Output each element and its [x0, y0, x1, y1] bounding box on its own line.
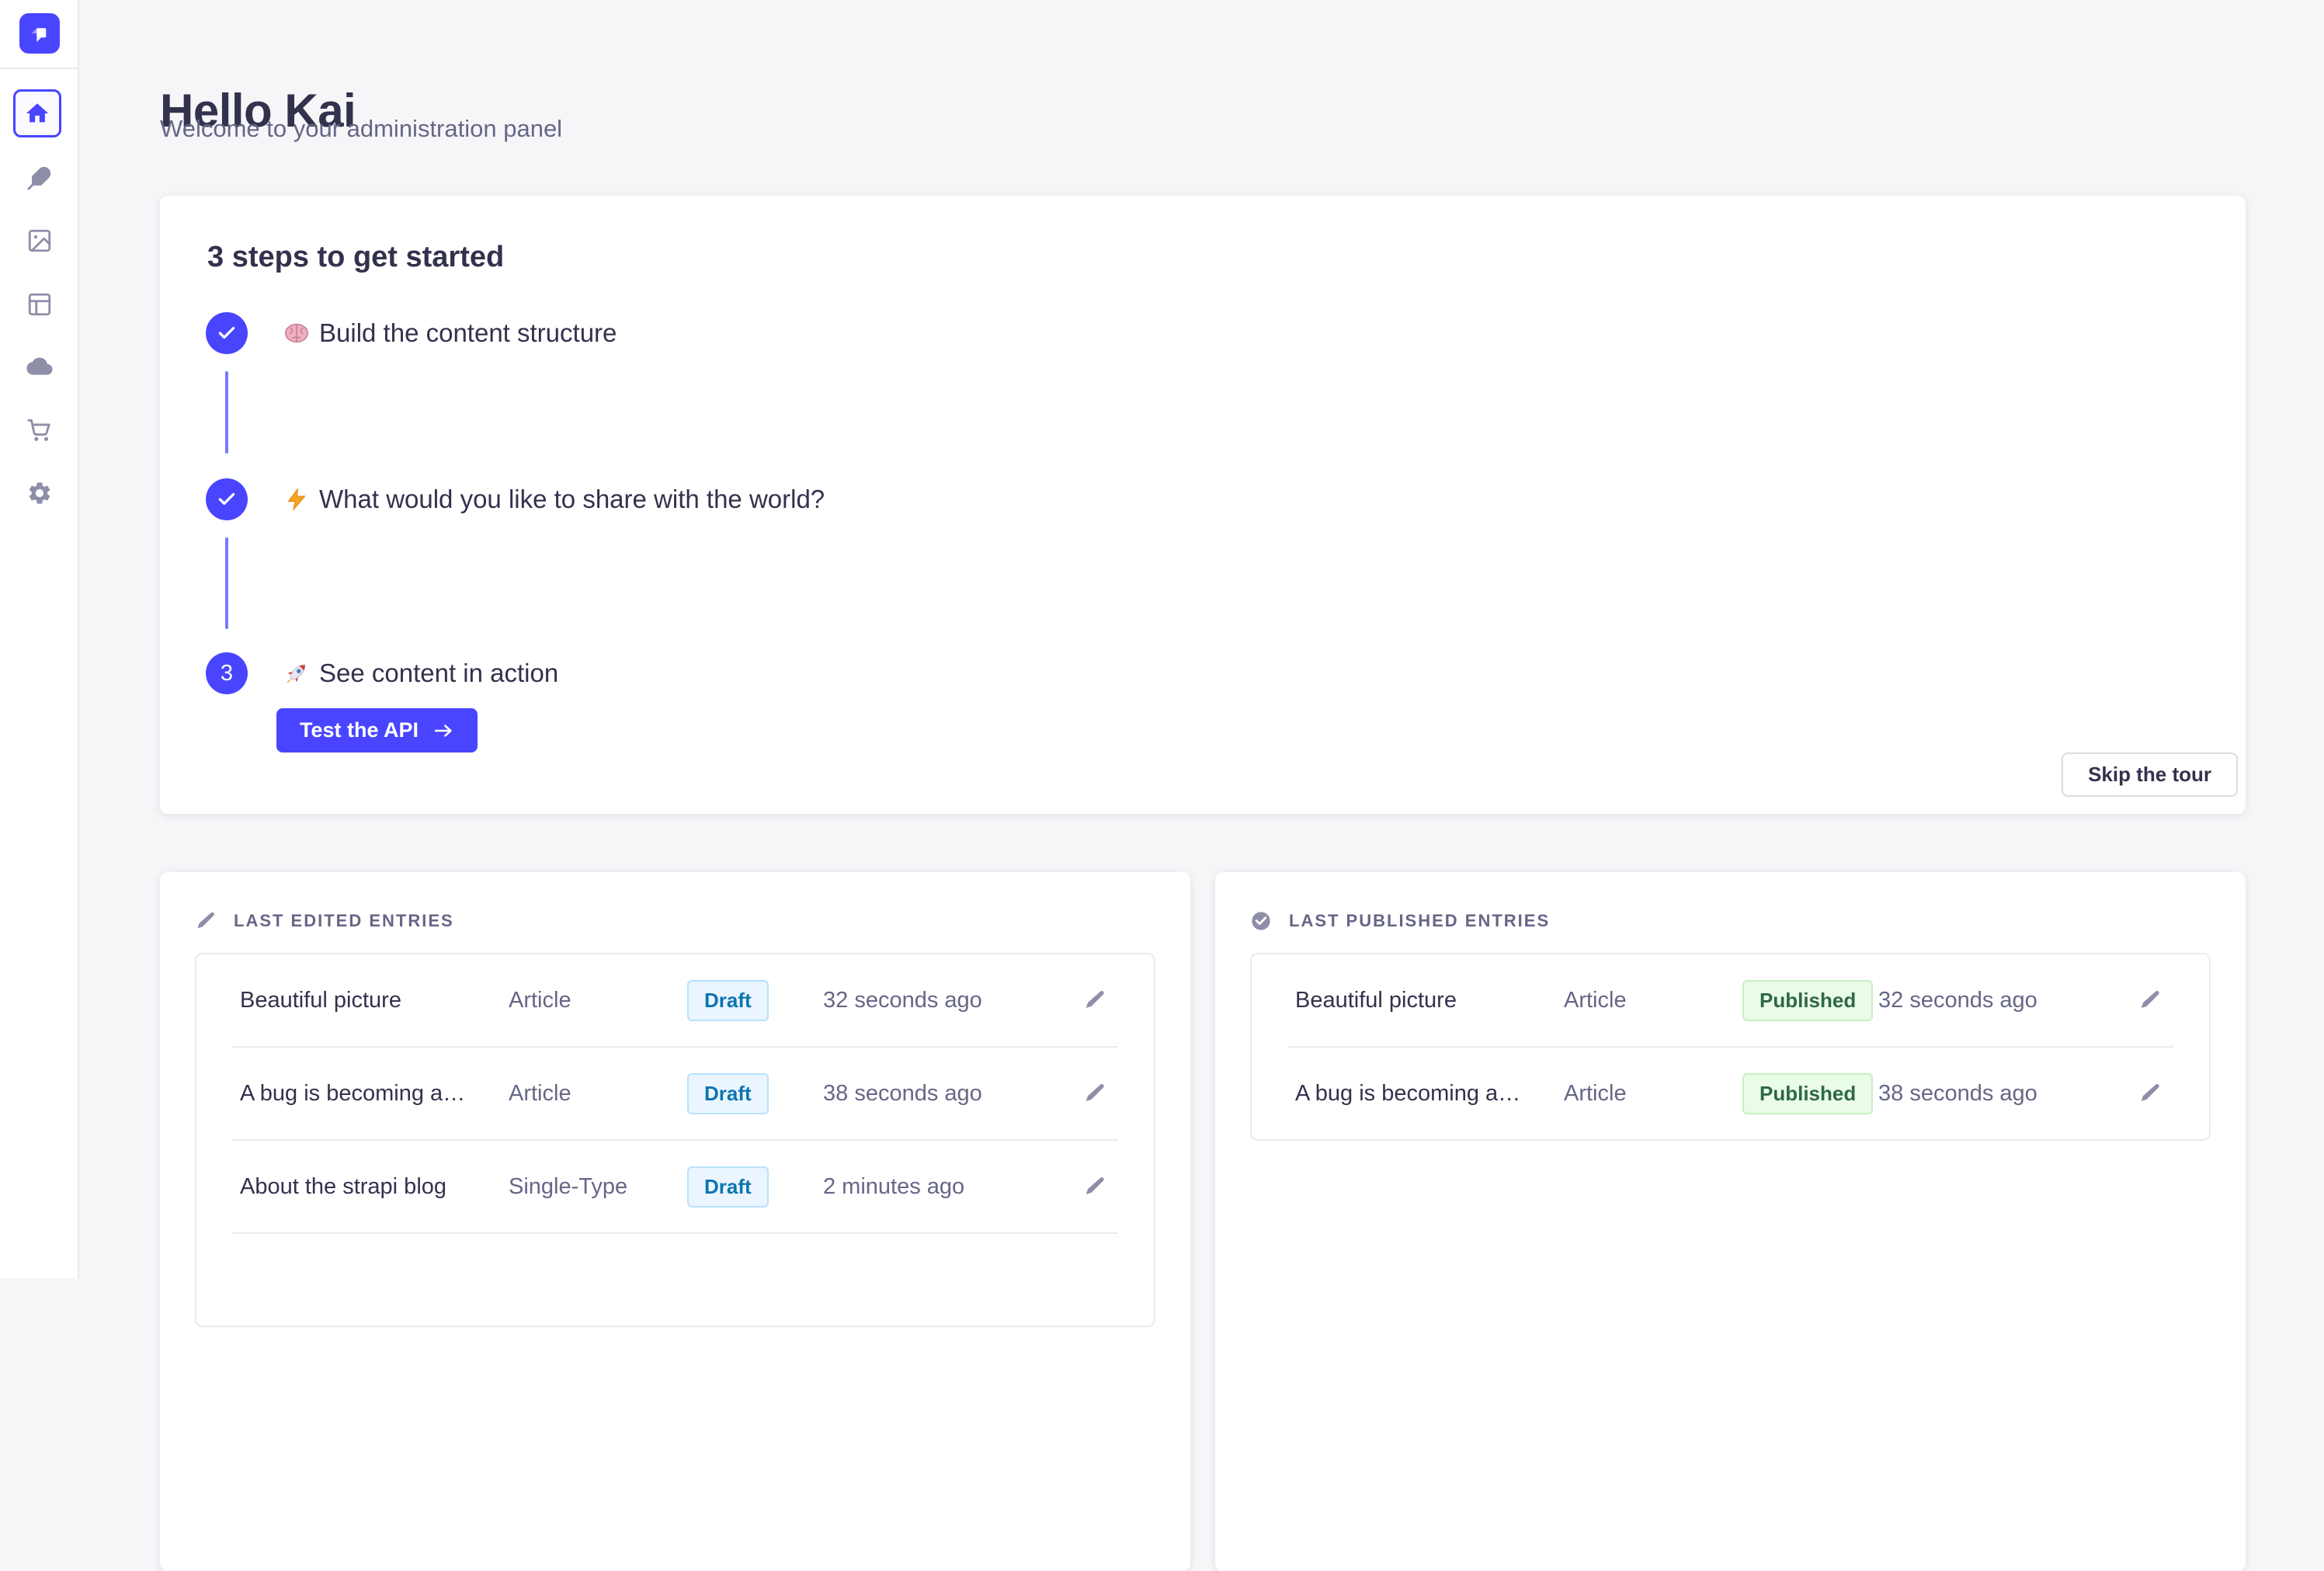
brain-emoji-icon — [282, 318, 311, 348]
last-published-entries-widget: LAST PUBLISHED ENTRIES Beautiful picture… — [1215, 872, 2246, 1571]
entry-time: 38 seconds ago — [1878, 1081, 2135, 1107]
entry-name: About the strapi blog — [240, 1174, 509, 1200]
pencil-icon — [195, 910, 217, 932]
media-image-icon — [26, 228, 53, 254]
sidebar-item-content-type-builder[interactable] — [0, 289, 79, 320]
entry-status: Draft — [687, 1166, 823, 1208]
pencil-icon — [2138, 1082, 2162, 1105]
test-api-button-label: Test the API — [300, 718, 419, 742]
table-row: About the strapi blog Single-Type Draft … — [196, 1141, 1154, 1232]
sidebar-divider — [0, 68, 78, 69]
entry-type: Single-Type — [509, 1174, 687, 1200]
step-2-share-with-world: What would you like to share with the wo… — [206, 478, 825, 520]
last-edited-table: Beautiful picture Article Draft 32 secon… — [195, 953, 1155, 1327]
test-api-button[interactable]: Test the API — [276, 708, 478, 752]
step-1-label[interactable]: Build the content structure — [319, 318, 617, 348]
edit-entry-button[interactable] — [1079, 989, 1110, 1012]
step-3-number-circle: 3 — [206, 652, 248, 694]
status-badge: Draft — [687, 1166, 769, 1208]
strapi-logo-glyph — [26, 19, 54, 47]
entry-status: Published — [1742, 980, 1878, 1021]
entry-name: Beautiful picture — [1295, 988, 1564, 1013]
pencil-icon — [1083, 1175, 1106, 1198]
last-edited-header: LAST EDITED ENTRIES — [195, 909, 1155, 933]
step-connector-2 — [225, 537, 228, 629]
edit-entry-button[interactable] — [2135, 1082, 2166, 1105]
status-badge: Draft — [687, 1073, 769, 1114]
check-circle-icon — [1250, 910, 1272, 932]
step-3-label[interactable]: See content in action — [319, 659, 558, 688]
status-badge: Published — [1742, 1073, 1873, 1114]
last-edited-title: LAST EDITED ENTRIES — [234, 911, 454, 931]
edit-entry-button[interactable] — [1079, 1082, 1110, 1105]
entry-name: Beautiful picture — [240, 988, 509, 1013]
cart-icon — [26, 417, 53, 443]
step-2-label[interactable]: What would you like to share with the wo… — [319, 485, 825, 514]
strapi-logo-icon[interactable] — [19, 13, 60, 54]
pencil-icon — [1083, 1082, 1106, 1105]
step-3-see-content-in-action: 3 See content in action — [206, 652, 558, 694]
page-subtitle: Welcome to your administration panel — [160, 115, 562, 143]
entry-time: 2 minutes ago — [823, 1174, 1079, 1200]
last-published-title: LAST PUBLISHED ENTRIES — [1289, 911, 1550, 931]
pencil-icon — [1083, 989, 1106, 1012]
table-row — [196, 1234, 1154, 1326]
feather-icon — [26, 165, 53, 191]
rocket-emoji-icon — [282, 659, 311, 688]
sidebar-item-content-manager[interactable] — [0, 162, 79, 193]
entry-time: 38 seconds ago — [823, 1081, 1079, 1107]
sidebar-item-media-library[interactable] — [0, 225, 79, 256]
table-row: A bug is becoming a… Article Draft 38 se… — [196, 1048, 1154, 1139]
sidebar-item-cloud[interactable] — [0, 352, 79, 383]
entry-status: Draft — [687, 980, 823, 1021]
arrow-right-icon — [432, 720, 454, 742]
entry-type: Article — [509, 988, 687, 1013]
table-row: A bug is becoming a… Article Published 3… — [1252, 1048, 2209, 1139]
step-connector-1 — [225, 371, 228, 454]
entry-status: Published — [1742, 1073, 1878, 1114]
step-1-done-circle — [206, 312, 248, 354]
gear-icon — [26, 480, 53, 506]
entry-time: 32 seconds ago — [1878, 988, 2135, 1013]
skip-tour-button[interactable]: Skip the tour — [2062, 752, 2238, 797]
home-icon — [24, 100, 50, 127]
cloud-icon — [26, 353, 54, 381]
last-edited-entries-widget: LAST EDITED ENTRIES Beautiful picture Ar… — [160, 872, 1190, 1571]
entry-type: Article — [509, 1081, 687, 1107]
last-published-header: LAST PUBLISHED ENTRIES — [1250, 909, 2211, 933]
sidebar-item-marketplace[interactable] — [0, 415, 79, 446]
step-2-done-circle — [206, 478, 248, 520]
last-published-table: Beautiful picture Article Published 32 s… — [1250, 953, 2211, 1141]
lightning-emoji-icon — [282, 485, 311, 514]
entry-name: A bug is becoming a… — [1295, 1081, 1564, 1107]
pencil-icon — [2138, 989, 2162, 1012]
status-badge: Published — [1742, 980, 1873, 1021]
widgets-row: LAST EDITED ENTRIES Beautiful picture Ar… — [160, 872, 2246, 1571]
check-icon — [217, 489, 237, 509]
onboarding-title: 3 steps to get started — [207, 241, 504, 274]
entry-status: Draft — [687, 1073, 823, 1114]
entry-time: 32 seconds ago — [823, 988, 1079, 1013]
entry-type: Article — [1564, 988, 1742, 1013]
entry-name: A bug is becoming a… — [240, 1081, 509, 1107]
table-row: Beautiful picture Article Draft 32 secon… — [196, 954, 1154, 1046]
table-row: Beautiful picture Article Published 32 s… — [1252, 954, 2209, 1046]
status-badge: Draft — [687, 980, 769, 1021]
sidebar-item-settings[interactable] — [0, 478, 79, 509]
check-icon — [217, 323, 237, 343]
layout-icon — [26, 291, 53, 318]
sidebar-item-home[interactable] — [13, 89, 61, 137]
entry-type: Article — [1564, 1081, 1742, 1107]
edit-entry-button[interactable] — [1079, 1175, 1110, 1198]
step-1-build-content-structure: Build the content structure — [206, 312, 617, 354]
edit-entry-button[interactable] — [2135, 989, 2166, 1012]
main-sidebar — [0, 0, 79, 1278]
onboarding-card: 3 steps to get started Build the content… — [160, 196, 2246, 814]
